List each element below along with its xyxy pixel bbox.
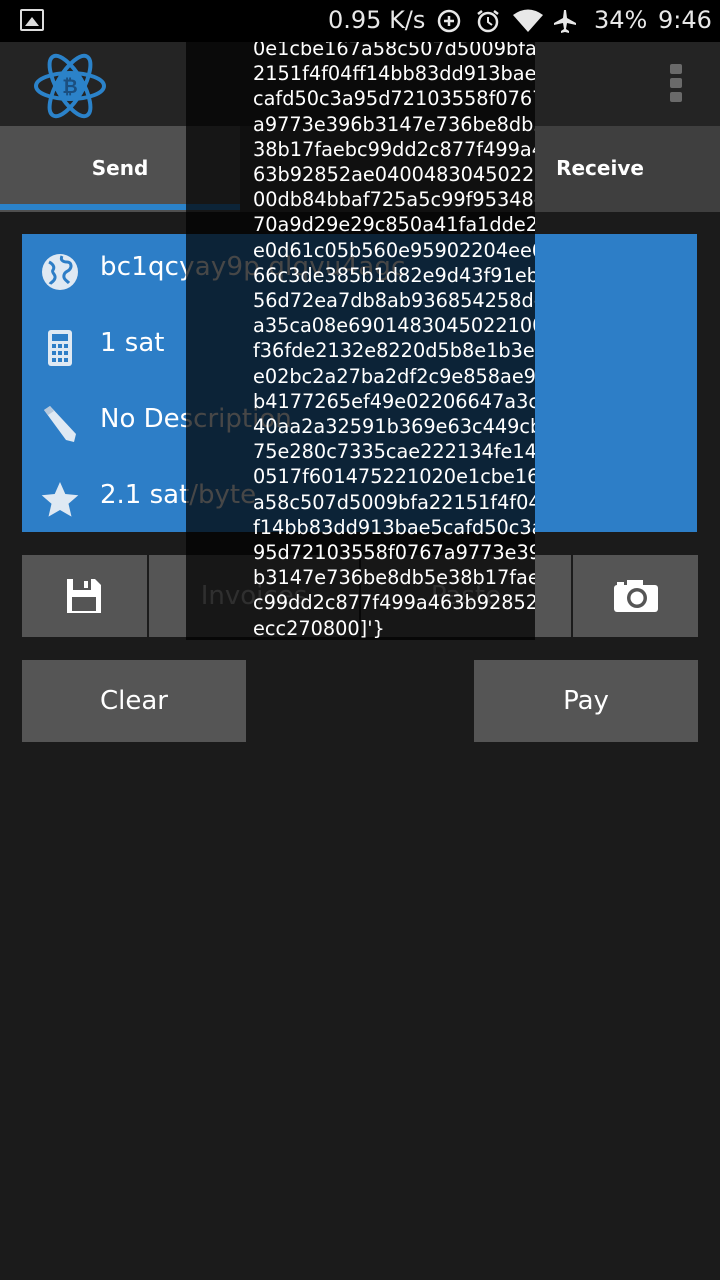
gallery-icon xyxy=(20,9,44,31)
star-icon xyxy=(41,482,79,517)
raw-transaction-text: 0e1cbe167a58c507d5009bfa2 2151f4f04ff14b… xyxy=(253,42,535,640)
clock: 9:46 xyxy=(658,6,712,34)
wifi-icon xyxy=(513,9,543,32)
camera-icon xyxy=(614,580,658,612)
data-saver-icon xyxy=(437,9,461,33)
net-speed: 0.95 K/s xyxy=(328,6,426,34)
calculator-icon xyxy=(48,330,72,366)
raw-transaction-popup: 0e1cbe167a58c507d5009bfa2 2151f4f04ff14b… xyxy=(186,42,535,640)
overflow-menu-icon[interactable] xyxy=(670,64,684,106)
clear-button[interactable]: Clear xyxy=(22,660,246,742)
save-button[interactable] xyxy=(22,555,147,637)
globe-icon xyxy=(42,254,78,290)
airplane-icon xyxy=(554,10,576,33)
electrum-logo-icon: ₿ xyxy=(34,53,106,119)
camera-button[interactable] xyxy=(573,555,698,637)
floppy-disk-icon xyxy=(67,579,101,613)
pay-button[interactable]: Pay xyxy=(474,660,698,742)
svg-text:₿: ₿ xyxy=(62,76,77,98)
status-bar: 0.95 K/s 34% 9:46 xyxy=(0,0,720,42)
alarm-icon xyxy=(477,10,499,33)
amount-value: 1 sat xyxy=(100,328,165,358)
pen-icon xyxy=(44,406,76,442)
battery-level: 34% xyxy=(594,6,648,34)
